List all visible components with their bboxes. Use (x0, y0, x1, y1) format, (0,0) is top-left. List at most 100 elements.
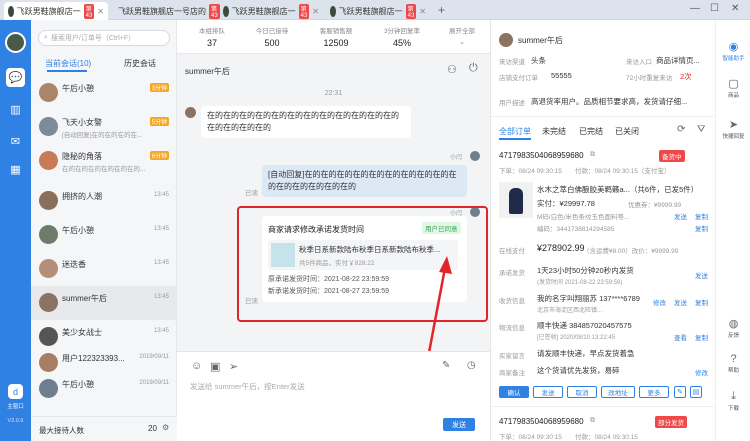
tab-title: 飞跃男鞋旗舰店一号店的 (118, 6, 206, 16)
help-tool[interactable]: ? 帮助 (716, 353, 750, 374)
change-address-button[interactable]: 改地址 (601, 386, 635, 398)
clock-icon[interactable]: ◷ (467, 360, 476, 371)
conversation-item[interactable]: 飞天小女警 [自动回复]在的在的在的在... 5分钟 (31, 110, 177, 144)
minimize-icon[interactable]: — (690, 3, 700, 14)
conversation-time: 2019/09/11 (139, 354, 169, 360)
copy-icon[interactable]: ⧉ (590, 417, 595, 425)
edit-memo-link[interactable]: 修改 (695, 367, 708, 377)
conversation-name: 午后小憩 (62, 226, 94, 235)
note-icon[interactable]: ✎ (674, 386, 686, 398)
tab-shop-3[interactable]: 飞跃男鞋旗舰店一 第43 ✕ (219, 2, 323, 20)
edit-address-link[interactable]: 修改 (653, 297, 666, 307)
close-icon[interactable]: ✕ (97, 7, 104, 16)
confirm-button[interactable]: 确认 (499, 386, 529, 398)
tab-closed[interactable]: 已关闭 (615, 126, 639, 137)
download-icon: ⤓ (731, 390, 736, 402)
avatar (39, 259, 58, 278)
copy-icon[interactable]: ⧉ (590, 151, 595, 159)
conversation-item[interactable]: 迷迭香 13:45 (31, 252, 177, 286)
maximize-icon[interactable]: ☐ (710, 3, 719, 14)
send-order-button[interactable]: 发送 (533, 386, 563, 398)
tab-shop-1[interactable]: 飞跃男鞋旗舰店一 第43 ✕ (4, 2, 108, 20)
feedback-icon: ◍ (728, 318, 739, 330)
close-window-icon[interactable]: ✕ (731, 3, 739, 14)
conversation-item[interactable]: 拥挤的人潮 13:45 (31, 184, 177, 218)
active-tab-underline (499, 138, 531, 140)
download-tool[interactable]: ⤓ 下载 (716, 390, 750, 412)
search-icon: ⌕ (44, 34, 48, 41)
tab-history-sessions[interactable]: 历史会话 (124, 58, 156, 69)
emoji-icon[interactable]: ☺ (191, 360, 202, 372)
search-input[interactable]: ⌕ 搜索用户/订单号（Ctrl+F） (38, 30, 170, 46)
wait-badge: 6分钟 (149, 151, 169, 160)
send-address-link[interactable]: 发送 (674, 297, 687, 307)
grid-icon[interactable]: ▦ (6, 160, 25, 179)
tab-shop-4[interactable]: 飞跃男鞋旗舰店一 第43 ✕ (326, 2, 430, 20)
tab-finished[interactable]: 已完结 (579, 126, 603, 137)
conversation-item-selected[interactable]: summer午后 13:45 (31, 286, 177, 320)
tab-shop-2[interactable]: 飞跃男鞋旗舰店一号店的 第43 ✕ (111, 2, 229, 20)
avatar (39, 353, 58, 372)
conversation-time: 13:45 (153, 260, 169, 266)
conversation-name: 迷迭香 (62, 260, 86, 269)
chart-icon[interactable]: ▥ (6, 100, 25, 119)
cancel-button[interactable]: 取消 (567, 386, 597, 398)
send-product-link[interactable]: 发送 (674, 211, 687, 221)
copy-link[interactable]: 复制 (695, 223, 708, 233)
note-icon[interactable]: ✎ (442, 360, 450, 371)
quick-reply-tool[interactable]: ➤ 快捷回复 (716, 118, 750, 140)
smart-assistant-tool[interactable]: ◉ 智能助手 (716, 40, 750, 62)
send-promise-link[interactable]: 发送 (695, 270, 708, 280)
feedback-tool[interactable]: ◍ 反馈 (716, 317, 750, 339)
tab-unfinished[interactable]: 未完结 (542, 126, 566, 137)
product-thumbnail (499, 182, 533, 218)
conversation-item[interactable]: 隐秘的角落 在的在的在的在的在的在的... 6分钟 (31, 144, 177, 178)
divider (491, 406, 716, 407)
avatar[interactable] (5, 32, 26, 53)
avatar (39, 379, 58, 398)
conversation-time: 13:45 (153, 294, 169, 300)
receipt-icon[interactable]: ▤ (690, 386, 702, 398)
conversation-preview: 在的在的在的在的在的在的... (62, 166, 146, 173)
conversation-name: 用户122323393... (62, 354, 125, 363)
tab-current-sessions[interactable]: 当前会话(10) (45, 58, 91, 69)
send-button[interactable]: 发送 (443, 418, 475, 431)
merchant-memo-label: 商家备注 (499, 370, 525, 377)
send-plane-icon[interactable]: ➢ (229, 360, 238, 373)
status-badge: 备货中 (659, 150, 685, 162)
conversation-item[interactable]: 午后小憩 3分钟 (31, 76, 177, 110)
more-button[interactable]: 更多 (639, 386, 669, 398)
refresh-icon[interactable]: ⟳ (677, 124, 685, 135)
new-tab-icon[interactable]: + (438, 3, 445, 17)
products-tool[interactable]: ▢ 商品 (716, 77, 750, 99)
message-input[interactable]: 发送给 summer午后，按Enter发送 (190, 381, 305, 392)
conversation-item[interactable]: 午后小憩 13:45 (31, 218, 177, 252)
address-detail: 北京市海淀区西北旺镇... (537, 308, 603, 314)
max-reception-value[interactable]: 20 (148, 424, 157, 433)
copy-address-link[interactable]: 复制 (695, 297, 708, 307)
order-placed-time: 下单：08/24 09:30:15 (499, 168, 562, 175)
tab-all-orders[interactable]: 全部订单 (499, 126, 531, 137)
chat-icon[interactable]: 💬 (6, 68, 25, 87)
order-id: 4717983504068959680 (499, 417, 584, 426)
promise-deadline: (发货时间 2021-08-22 23:59:59) (537, 280, 623, 286)
tool-label: 商品 (727, 93, 739, 99)
wait-badge: 5分钟 (149, 117, 169, 126)
avatar (39, 151, 58, 170)
order-paid-time: 付款：08/24 09:30:15 (575, 434, 638, 441)
image-icon[interactable]: ▣ (210, 360, 220, 373)
filter-icon[interactable]: ⛛ (697, 124, 705, 135)
copy-link[interactable]: 复制 (695, 211, 708, 221)
conversation-item[interactable]: 午后小憩 2019/09/11 (31, 372, 177, 406)
mail-icon[interactable]: ✉ (6, 132, 25, 151)
main-window-icon[interactable]: d (8, 384, 23, 399)
total-value: ¥278902.99 (537, 243, 585, 253)
product-title[interactable]: 水木之萃白佛酿胶美羁籁a...（共6件，已发5件） (537, 184, 709, 195)
avatar (39, 191, 58, 210)
close-icon[interactable]: ✕ (419, 7, 426, 16)
copy-shipping-link[interactable]: 复制 (695, 332, 708, 342)
avatar (499, 33, 513, 47)
settings-icon[interactable]: ⚙ (162, 423, 169, 432)
view-shipping-link[interactable]: 查看 (674, 332, 687, 342)
close-icon[interactable]: ✕ (312, 7, 319, 16)
